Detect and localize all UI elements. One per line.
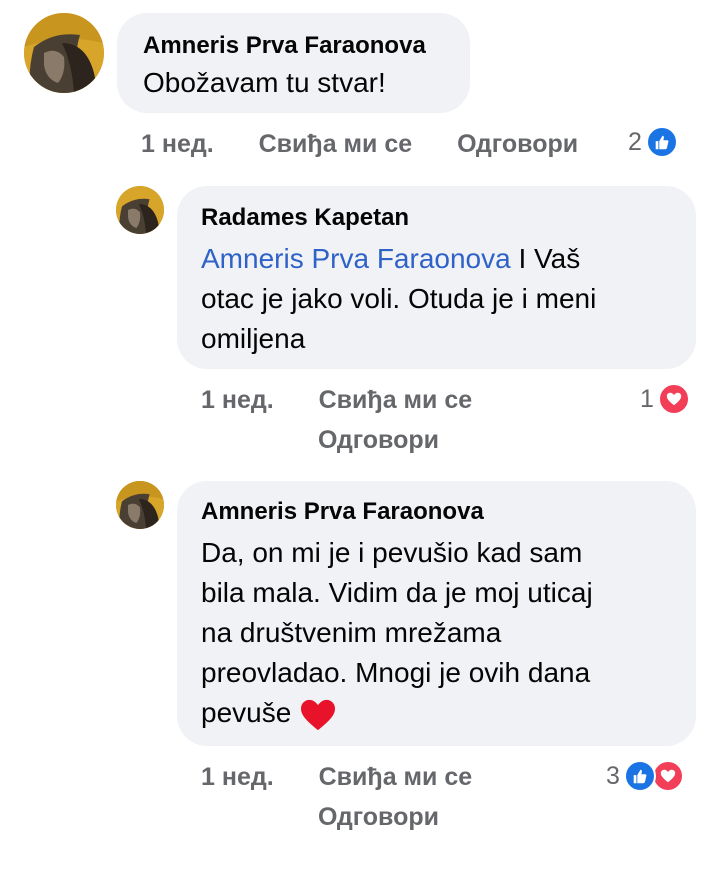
comment-bubble: Amneris Prva Faraonova Da, on mi je i pe… <box>177 481 696 746</box>
reaction-summary[interactable]: 1 <box>640 382 690 416</box>
avatar[interactable] <box>116 481 164 529</box>
like-button[interactable]: Свиђа ми се <box>259 127 413 161</box>
comment-actions: 1 нед. Свиђа ми се <box>201 760 531 794</box>
text-segment: otac je jako voli. Otuda je i meni <box>201 283 597 314</box>
like-icon <box>645 126 678 158</box>
avatar-image <box>24 13 104 93</box>
avatar-image <box>116 481 164 529</box>
like-icon <box>623 760 656 792</box>
reaction-count: 1 <box>640 384 654 413</box>
text-segment: bila mala. Vidim da je moj uticaj <box>201 577 593 608</box>
comment-actions: 1 нед. Свиђа ми се Одговори <box>141 127 578 161</box>
comment-bubble: Amneris Prva Faraonova Obožavam tu stvar… <box>117 13 470 113</box>
comment-time[interactable]: 1 нед. <box>141 127 214 161</box>
reply-button[interactable]: Одговори <box>318 800 439 834</box>
text-segment: I Vaš <box>510 243 581 274</box>
love-icon <box>651 760 684 792</box>
comment-author[interactable]: Amneris Prva Faraonova <box>201 497 672 527</box>
reply-button[interactable]: Одговори <box>457 127 578 161</box>
avatar-image <box>116 186 164 234</box>
comment-author[interactable]: Amneris Prva Faraonova <box>143 31 444 61</box>
comment-actions: 1 нед. Свиђа ми се <box>201 383 531 417</box>
text-segment: na društvenim mrežama <box>201 617 502 648</box>
avatar[interactable] <box>116 186 164 234</box>
comment-actions-row2: Одговори <box>318 800 439 834</box>
like-button[interactable]: Свиђа ми се <box>319 383 473 417</box>
mention-link[interactable]: Amneris Prva Faraonova <box>201 243 511 274</box>
avatar[interactable] <box>24 13 104 93</box>
text-segment: Da, on mi je i pevušio kad sam <box>201 537 583 568</box>
text-segment: omiljena <box>201 323 306 354</box>
comment-bubble: Radames Kapetan Amneris Prva Faraonova I… <box>177 186 696 369</box>
comment-time[interactable]: 1 нед. <box>201 383 274 417</box>
comment-time[interactable]: 1 нед. <box>201 760 274 794</box>
text-segment: preovladao. Mnogi je ovih dana <box>201 657 591 688</box>
comment-text: Da, on mi je i pevušio kad sam bila mala… <box>201 533 672 733</box>
reaction-summary[interactable]: 3 <box>606 759 684 793</box>
comment-text: Obožavam tu stvar! <box>143 67 386 98</box>
comment-author[interactable]: Radames Kapetan <box>201 203 672 233</box>
text-segment: pevuše <box>201 697 292 728</box>
reply-button[interactable]: Одговори <box>318 423 439 457</box>
comment-actions-row2: Одговори <box>318 423 439 457</box>
reaction-count: 2 <box>628 127 642 156</box>
heart-emoji-icon <box>301 699 336 730</box>
love-icon <box>657 383 690 415</box>
like-button[interactable]: Свиђа ми се <box>319 760 473 794</box>
reaction-summary[interactable]: 2 <box>628 125 678 159</box>
reaction-count: 3 <box>606 761 620 790</box>
comment-text: Amneris Prva Faraonova I Vaš otac je jak… <box>201 239 672 359</box>
